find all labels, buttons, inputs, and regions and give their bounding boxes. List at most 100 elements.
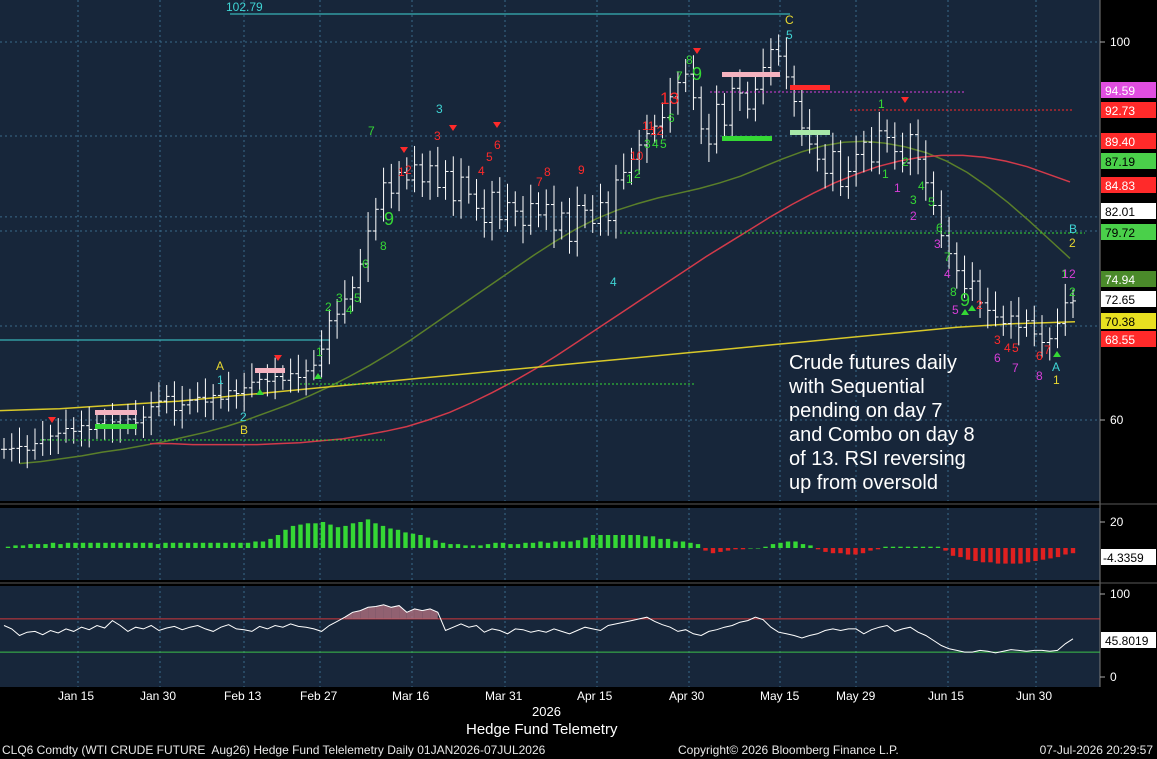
macd-bar bbox=[455, 544, 461, 548]
macd-bar bbox=[373, 523, 378, 548]
last-value-label: 89.40 bbox=[1105, 135, 1135, 149]
macd-bar bbox=[1040, 548, 1046, 560]
sequential-count: 3 bbox=[994, 333, 1001, 347]
macd-bar bbox=[943, 548, 948, 551]
high-value-label: 102.79 bbox=[226, 0, 263, 14]
sequential-count: 2 bbox=[1069, 285, 1076, 299]
sequential-count: 5 bbox=[660, 137, 667, 151]
macd-bar bbox=[658, 538, 663, 548]
sequential-count: 7 bbox=[676, 69, 683, 83]
macd-bar bbox=[125, 542, 131, 548]
macd-bar bbox=[883, 546, 888, 548]
macd-bar bbox=[770, 544, 776, 548]
macd-bar bbox=[1025, 548, 1031, 563]
rsi-overbought-fill bbox=[375, 604, 384, 619]
sequential-count: 7 bbox=[1012, 361, 1019, 375]
macd-bar bbox=[1003, 548, 1008, 564]
macd-bar bbox=[170, 542, 176, 548]
macd-bar bbox=[860, 548, 866, 554]
macd-bar bbox=[380, 525, 386, 548]
macd-bar bbox=[1048, 548, 1053, 559]
macd-bar bbox=[320, 522, 326, 548]
macd-bar bbox=[920, 546, 926, 548]
macd-bar bbox=[253, 541, 258, 548]
macd-bar bbox=[103, 542, 108, 548]
macd-bar bbox=[335, 527, 341, 548]
annotation-line: and Combo on day 8 bbox=[789, 424, 975, 446]
macd-bar bbox=[283, 529, 288, 548]
macd-bar bbox=[343, 525, 348, 548]
price-tick-label: 100 bbox=[1110, 35, 1130, 49]
last-value-label: 68.55 bbox=[1105, 333, 1135, 347]
macd-bar bbox=[193, 542, 198, 548]
sequential-count: 5 bbox=[354, 291, 361, 305]
last-value-label: 84.83 bbox=[1105, 179, 1135, 193]
sequential-count: A bbox=[216, 359, 224, 373]
sequential-count: 1 bbox=[316, 345, 323, 359]
macd-bar bbox=[155, 544, 161, 548]
macd-bar bbox=[305, 523, 311, 548]
date-tick-label: Jan 30 bbox=[140, 689, 176, 703]
copyright: Copyright© 2026 Bloomberg Finance L.P. bbox=[678, 743, 899, 757]
macd-bar bbox=[973, 548, 978, 561]
rsi-panel bbox=[0, 586, 1100, 687]
macd-bar bbox=[838, 548, 843, 554]
sequential-count: 4 bbox=[478, 164, 485, 178]
date-tick-label: May 15 bbox=[760, 689, 800, 703]
sequential-count: 3 bbox=[644, 137, 651, 151]
macd-bar bbox=[853, 548, 858, 555]
sequential-count: 2 bbox=[910, 209, 917, 223]
sequential-count: 5 bbox=[486, 150, 493, 164]
sequential-count: 1 bbox=[1062, 267, 1069, 281]
sequential-count: 3 bbox=[436, 102, 443, 116]
macd-bar bbox=[290, 525, 296, 548]
macd-bar bbox=[568, 541, 573, 548]
sequential-count: 7 bbox=[536, 175, 543, 189]
macd-bar bbox=[50, 542, 56, 548]
annotation-line: of 13. RSI reversing bbox=[789, 448, 966, 470]
macd-bar bbox=[140, 542, 146, 548]
last-value-label: 72.65 bbox=[1105, 293, 1135, 307]
macd-bar bbox=[688, 542, 693, 548]
ticker-description: CLQ6 Comdty (WTI CRUDE FUTURE Aug26) Hed… bbox=[2, 743, 546, 757]
macd-bar bbox=[965, 548, 971, 560]
macd-bar bbox=[73, 542, 78, 548]
macd-bar bbox=[230, 542, 236, 548]
last-value-label: 70.38 bbox=[1105, 315, 1135, 329]
sequential-count: 1 bbox=[878, 97, 885, 111]
macd-bar bbox=[493, 542, 498, 548]
macd-bar bbox=[680, 541, 686, 548]
macd-bar bbox=[665, 538, 671, 548]
rsi-overbought-fill bbox=[368, 606, 376, 619]
sequential-count: 5 bbox=[952, 303, 959, 317]
macd-bar bbox=[268, 538, 273, 548]
macd-bar bbox=[13, 545, 18, 548]
macd-bar bbox=[200, 542, 206, 548]
macd-bar bbox=[808, 545, 813, 548]
year-label: 2026 bbox=[532, 704, 561, 719]
sequential-count: 7 bbox=[1044, 343, 1051, 357]
last-value-label: 94.59 bbox=[1105, 84, 1135, 98]
macd-bar bbox=[88, 542, 93, 548]
macd-bar bbox=[358, 522, 363, 548]
sequential-count: 1 bbox=[398, 165, 405, 179]
rsi-tick-label: 100 bbox=[1110, 587, 1130, 601]
macd-bar bbox=[80, 542, 86, 548]
macd-bar bbox=[463, 545, 468, 548]
date-tick-label: Jun 30 bbox=[1016, 689, 1052, 703]
sequential-count: 9 bbox=[960, 290, 970, 310]
sequential-count: 5 bbox=[928, 195, 935, 209]
macd-bar bbox=[1070, 548, 1076, 554]
sequential-count: 8 bbox=[1036, 369, 1043, 383]
chart-subtitle: Hedge Fund Telemetry bbox=[466, 721, 618, 738]
macd-bar bbox=[388, 528, 393, 548]
macd-bar bbox=[163, 542, 168, 548]
sequential-count: A bbox=[1052, 360, 1060, 374]
macd-bar bbox=[710, 548, 716, 554]
macd-tick-label: 20 bbox=[1110, 515, 1124, 529]
date-tick-label: Jan 15 bbox=[58, 689, 94, 703]
macd-bar bbox=[823, 548, 828, 552]
sequential-count: 6 bbox=[362, 257, 369, 271]
sequential-level-bar bbox=[95, 410, 137, 415]
macd-bar bbox=[605, 535, 611, 548]
